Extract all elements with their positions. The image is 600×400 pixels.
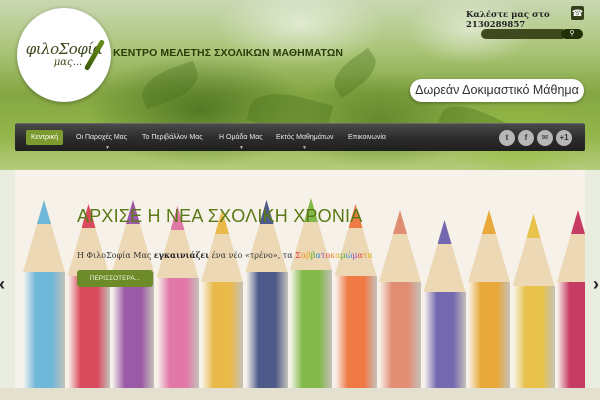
twitter-icon[interactable]: t [499, 130, 515, 146]
pencil [245, 200, 288, 388]
email-icon[interactable]: ✉ [537, 130, 553, 146]
free-trial-button[interactable]: Δωρεάν Δοκιμαστικό Μάθημα [410, 79, 584, 102]
slider-next-arrow[interactable]: › [593, 275, 600, 293]
chevron-down-icon: ▼ [239, 145, 244, 151]
pencil [201, 210, 243, 388]
search-icon: ⚲ [569, 30, 575, 37]
pencil [67, 204, 110, 388]
search-button[interactable]: ⚲ [561, 29, 583, 39]
pencil [423, 220, 466, 388]
desc-pre: Η ΦιλοΣοφία Μας [77, 251, 154, 260]
pencil [156, 206, 199, 388]
chevron-down-icon: ▼ [105, 145, 110, 151]
search-input[interactable] [481, 29, 563, 39]
slider-prev-arrow[interactable]: ‹ [0, 275, 9, 293]
pencil [379, 210, 421, 388]
pencil [112, 200, 154, 388]
nav-item-environment[interactable]: Το Περιβάλλον Μας [137, 130, 208, 145]
google-plus-icon[interactable]: +1 [556, 130, 572, 146]
desc-rainbow-word: Σαββατοκαμώματα [295, 251, 373, 260]
site-logo[interactable]: φιλοΣοφία μας... [17, 8, 111, 102]
bottom-strip [0, 388, 600, 400]
logo-subtext: μας... [53, 57, 83, 68]
nav-item-services[interactable]: Οι Παροχές Μας [71, 130, 132, 145]
pencil [468, 210, 510, 388]
read-more-button[interactable]: ΠΕΡΙΣΣΟΤΕΡΑ... [77, 270, 153, 287]
slide-title: ΑΡΧΙΣΕ Η ΝΕΑ ΣΧΟΛΙΚΗ ΧΡΟΝΙΑ [77, 206, 363, 226]
leaf-decoration [136, 60, 204, 110]
chevron-down-icon: ▼ [302, 145, 307, 151]
nav-item-extracurricular[interactable]: Εκτός Μαθημάτων [271, 130, 339, 145]
nav-item-team[interactable]: Η Ομάδα Μας [214, 130, 268, 145]
desc-bold: εγκαινιάζει [153, 250, 210, 260]
nav-item-home[interactable]: Κεντρική [26, 130, 63, 145]
pencil [23, 200, 65, 388]
nav-item-contact[interactable]: Επικοινωνία [343, 130, 391, 145]
pencil [557, 210, 585, 388]
pencil [334, 204, 377, 388]
desc-mid: ένα νέο «τρένο», τα [209, 251, 296, 260]
facebook-icon[interactable]: f [518, 130, 534, 146]
main-navigation: Κεντρική Οι Παροχές Μας ▼ Το Περιβάλλον … [15, 123, 585, 151]
pencil [512, 214, 555, 388]
phone-icon: ☎ [571, 6, 584, 20]
slide-description: Η ΦιλοΣοφία Μας εγκαινιάζει ένα νέο «τρέ… [77, 250, 373, 260]
site-tagline: ΚΕΝΤΡΟ ΜΕΛΕΤΗΣ ΣΧΟΛΙΚΩΝ ΜΑΘΗΜΑΤΩΝ [113, 47, 344, 59]
rainbow-letter: α [367, 251, 373, 260]
